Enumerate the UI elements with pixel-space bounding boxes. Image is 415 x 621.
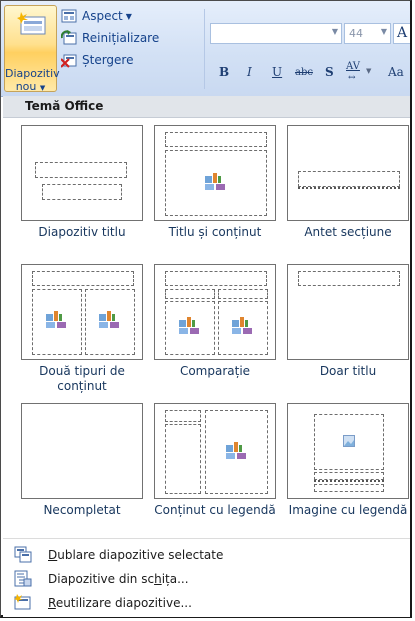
layout-label: Doar titlu xyxy=(319,364,377,378)
content-placeholder-icon xyxy=(226,442,246,459)
reuse-slides-icon xyxy=(14,594,31,610)
strikethrough-button[interactable]: abc xyxy=(295,67,313,91)
menu-item-slides-from-outline[interactable]: Diapozitive din schița... xyxy=(3,567,410,591)
layout-gallery: Diapozitiv titlu Titlu și conținut Antet… xyxy=(3,118,410,538)
font-size-field[interactable]: 44 ▼ xyxy=(344,23,391,44)
reset-icon xyxy=(61,30,77,45)
change-case-button[interactable]: Aa xyxy=(388,65,404,89)
new-slide-label: Diapozitiv xyxy=(5,67,60,80)
content-placeholder-icon xyxy=(179,317,199,334)
layout-thumbnail xyxy=(287,264,409,360)
menu-item-label: Reutilizare diapozitive... xyxy=(48,596,192,610)
layout-button[interactable]: Aspect ▼ xyxy=(61,6,132,26)
delete-icon xyxy=(61,54,77,68)
content-placeholder-icon xyxy=(46,311,66,328)
content-placeholder-icon xyxy=(99,311,119,328)
menu-item-reuse-slides[interactable]: Reutilizare diapozitive... xyxy=(3,591,410,615)
layout-dropdown-panel: Diapozitiv nou ▼ Aspect▼ Reinițializare xyxy=(0,0,412,618)
delete-button[interactable]: Ștergere xyxy=(61,50,133,70)
layout-label: Două tipuri de conținut xyxy=(39,364,125,393)
layout-label: Titlu și conținut xyxy=(168,225,262,239)
layout-thumbnail xyxy=(21,403,143,499)
layout-label: Necompletat xyxy=(43,503,121,517)
font-size-value: 44 xyxy=(349,27,363,40)
layout-icon xyxy=(61,9,77,23)
layout-label: Antet secțiune xyxy=(304,225,392,239)
layout-thumbnail xyxy=(287,403,409,499)
outline-slides-icon xyxy=(14,570,32,587)
chevron-down-icon: ▼ xyxy=(366,67,372,75)
layout-thumbnail xyxy=(287,125,409,221)
content-placeholder-icon xyxy=(232,317,252,334)
chevron-down-icon: ▼ xyxy=(125,11,132,21)
content-placeholder-icon xyxy=(205,173,225,190)
gallery-header: Temă Office xyxy=(3,96,410,118)
layout-thumbnail xyxy=(154,264,276,360)
menu-item-label: Diapozitive din schița... xyxy=(48,572,189,586)
layout-label: Imagine cu legendă xyxy=(288,503,408,517)
bold-button[interactable]: B xyxy=(219,65,229,89)
reset-button[interactable]: Reinițializare xyxy=(61,28,159,48)
layout-menu: Dublare diapozitive selectate Diapozitiv… xyxy=(3,538,410,617)
duplicate-slides-icon xyxy=(14,546,32,563)
chevron-down-icon: ▼ xyxy=(380,27,387,36)
new-slide-label-2: nou ▼ xyxy=(15,80,46,93)
layout-thumbnail xyxy=(21,125,143,221)
ribbon-slides-group: Diapozitiv nou ▼ Aspect▼ Reinițializare xyxy=(1,1,410,97)
chevron-down-icon: ▼ xyxy=(331,27,338,36)
spacing-arrow-icon: ↔ xyxy=(348,73,356,83)
new-slide-button[interactable]: Diapozitiv nou ▼ xyxy=(4,5,60,93)
shadow-button[interactable]: S xyxy=(325,65,334,89)
grow-font-button[interactable]: A xyxy=(393,23,410,44)
italic-button[interactable]: I xyxy=(247,65,252,89)
menu-item-duplicate-slides[interactable]: Dublare diapozitive selectate xyxy=(3,543,410,567)
layout-label: Diapozitiv titlu xyxy=(38,225,126,239)
layout-thumbnail xyxy=(154,403,276,499)
picture-placeholder-icon xyxy=(343,435,355,447)
layout-thumbnail xyxy=(21,264,143,360)
underline-button[interactable]: U xyxy=(272,65,282,89)
grow-font-label: A xyxy=(397,25,408,41)
menu-item-label: Dublare diapozitive selectate xyxy=(48,548,224,562)
layout-label: Comparație xyxy=(179,364,251,378)
layout-label: Conținut cu legendă xyxy=(154,503,276,517)
group-separator xyxy=(204,9,205,89)
font-name-field[interactable]: ▼ xyxy=(210,23,342,44)
new-slide-icon xyxy=(17,12,46,35)
layout-thumbnail xyxy=(154,125,276,221)
chevron-down-icon: ▼ xyxy=(39,84,46,92)
